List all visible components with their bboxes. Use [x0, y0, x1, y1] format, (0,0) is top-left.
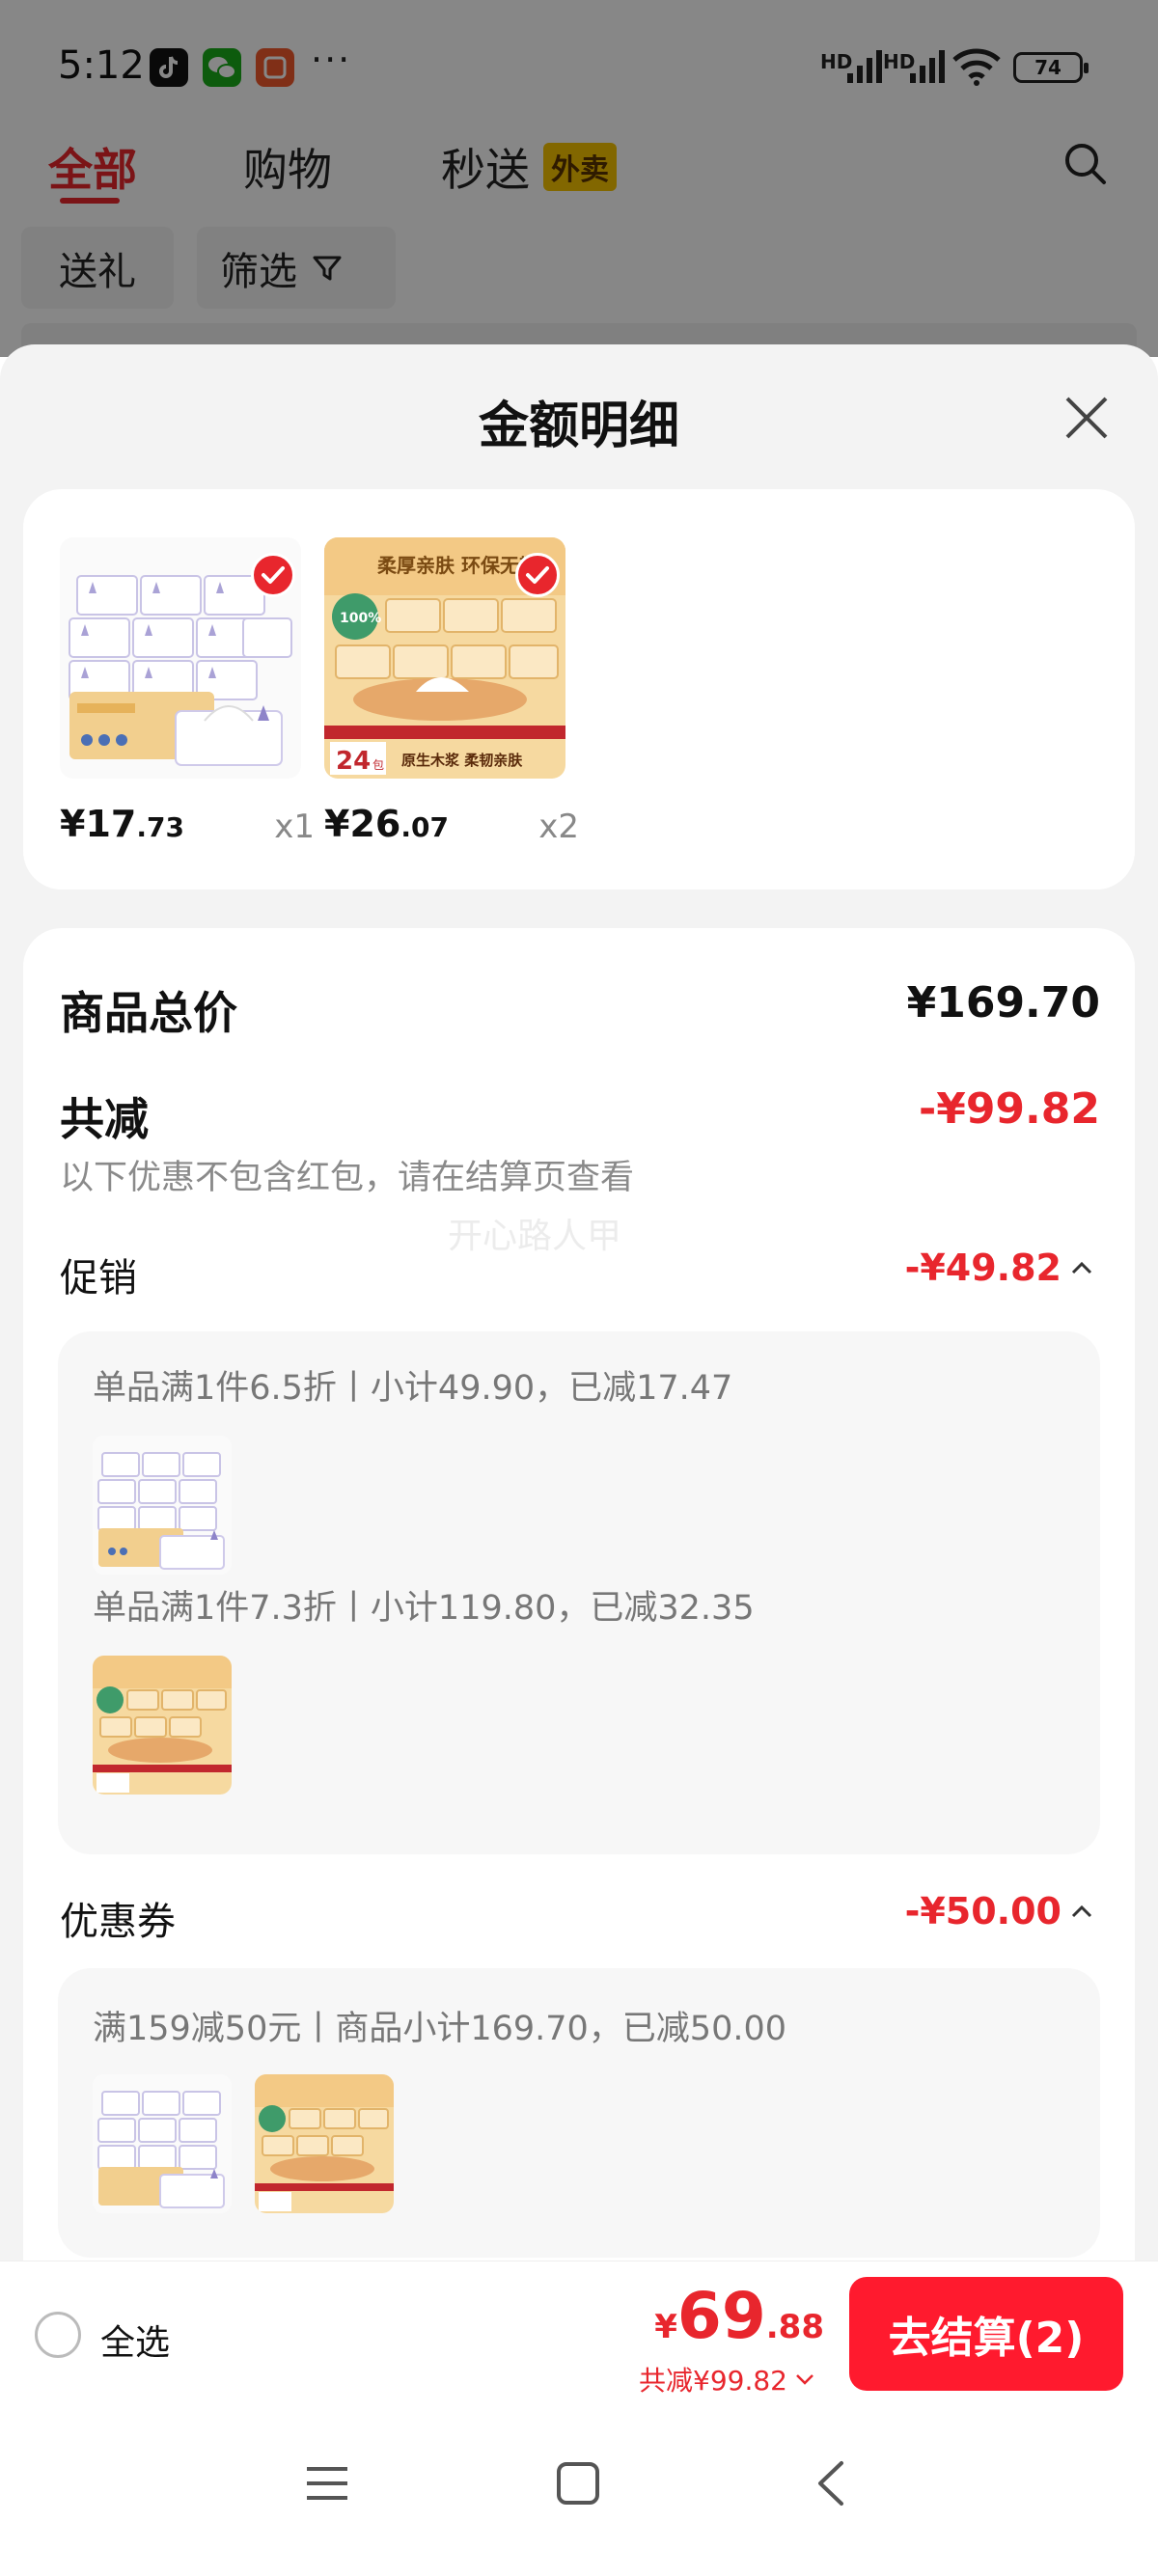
checkout-bar: 全选 ¥ 69 .88 共减¥99.82 去结算(2)	[0, 2261, 1158, 2405]
coupon-value: -¥50.00	[904, 1890, 1062, 1932]
back-icon[interactable]	[809, 2459, 857, 2507]
product-item[interactable]: 柔厚亲肤 环保无散 100% 24 包 原生木浆 柔韧亲肤 ¥26.07 x2	[324, 537, 579, 846]
product-checked-icon[interactable]	[251, 553, 295, 597]
total-price-value: ¥169.70	[906, 978, 1100, 1028]
close-icon[interactable]	[1062, 393, 1112, 443]
amount-detail-sheet: 金额明细 ¥17.73 x1 柔厚亲肤 环保无散 100% 24 包 原生木浆 …	[0, 344, 1158, 2576]
product-quantity: x2	[538, 808, 579, 846]
checkout-button[interactable]: 去结算(2)	[849, 2277, 1123, 2391]
promotion-label: 促销	[60, 1256, 137, 1301]
select-all-label[interactable]: 全选	[100, 2315, 170, 2365]
coupon-item-thumb	[93, 2074, 232, 2213]
total-price-label: 商品总价	[60, 987, 237, 1039]
chevron-up-icon	[1071, 1261, 1092, 1274]
dim-overlay[interactable]	[0, 0, 1158, 357]
watermark: 开心路人甲	[448, 1217, 622, 1256]
promotion-value: -¥49.82	[904, 1247, 1062, 1289]
checkout-label: 去结算(2)	[888, 2314, 1085, 2363]
chevron-up-icon	[1071, 1905, 1092, 1918]
product-checked-icon[interactable]	[515, 553, 560, 597]
product-count-unit: 包	[372, 758, 384, 772]
coupon-details-box: 满159减50元丨商品小计169.70，已减50.00	[58, 1968, 1100, 2258]
discount-note: 以下优惠不包含红包，请在结算页查看	[60, 1159, 635, 1197]
product-image-tissue-lavender	[60, 537, 301, 779]
discount-value: -¥99.82	[918, 1084, 1100, 1134]
promotion-item-thumb	[93, 1656, 232, 1795]
total-decimal: .88	[765, 2308, 824, 2346]
home-icon[interactable]	[554, 2459, 602, 2507]
saved-text: 共减¥99.82	[639, 2365, 787, 2397]
system-nav-bar	[0, 2405, 1158, 2576]
final-total: ¥ 69 .88	[654, 2279, 824, 2353]
price-integer: ¥26	[324, 803, 401, 845]
saved-summary[interactable]: 共减¥99.82	[639, 2360, 814, 2398]
promotion-details-box: 单品满1件6.5折丨小计49.90，已减17.47 单品满1件7.3折丨小计11…	[58, 1331, 1100, 1854]
promotion-toggle[interactable]: -¥49.82	[905, 1247, 1092, 1289]
menu-icon[interactable]	[303, 2459, 351, 2507]
product-quantity: x1	[274, 808, 315, 846]
product-price: ¥26.07	[324, 803, 449, 845]
product-item[interactable]: ¥17.73 x1	[60, 537, 315, 846]
price-integer: ¥17	[60, 803, 137, 845]
total-currency: ¥	[654, 2308, 677, 2346]
discount-label: 共减	[60, 1093, 149, 1145]
product-image-tissue-gold: 柔厚亲肤 环保无散 100% 24 包 原生木浆 柔韧亲肤	[324, 537, 565, 779]
product-badge-text: 100%	[340, 611, 381, 626]
sheet-title: 金额明细	[478, 397, 679, 455]
promotion-item-text: 单品满1件6.5折丨小计49.90，已减17.47	[93, 1369, 733, 1408]
coupon-toggle[interactable]: -¥50.00	[905, 1890, 1092, 1932]
product-price: ¥17.73	[60, 803, 184, 845]
coupon-item-text: 满159减50元丨商品小计169.70，已减50.00	[93, 2010, 787, 2048]
product-count-text: 24	[336, 747, 371, 776]
promotion-item-text: 单品满1件7.3折丨小计119.80，已减32.35	[93, 1589, 755, 1628]
price-decimal: .73	[136, 811, 184, 843]
product-bottom-text: 原生木浆 柔韧亲肤	[401, 752, 523, 769]
products-card: ¥17.73 x1 柔厚亲肤 环保无散 100% 24 包 原生木浆 柔韧亲肤 …	[23, 489, 1135, 890]
select-all-radio[interactable]	[35, 2312, 81, 2358]
total-integer: 69	[676, 2279, 766, 2353]
coupon-item-thumb	[255, 2074, 394, 2213]
price-decimal: .07	[400, 811, 449, 843]
chevron-down-icon	[796, 2374, 813, 2385]
promotion-item-thumb	[93, 1436, 232, 1575]
coupon-label: 优惠券	[60, 1900, 176, 1944]
